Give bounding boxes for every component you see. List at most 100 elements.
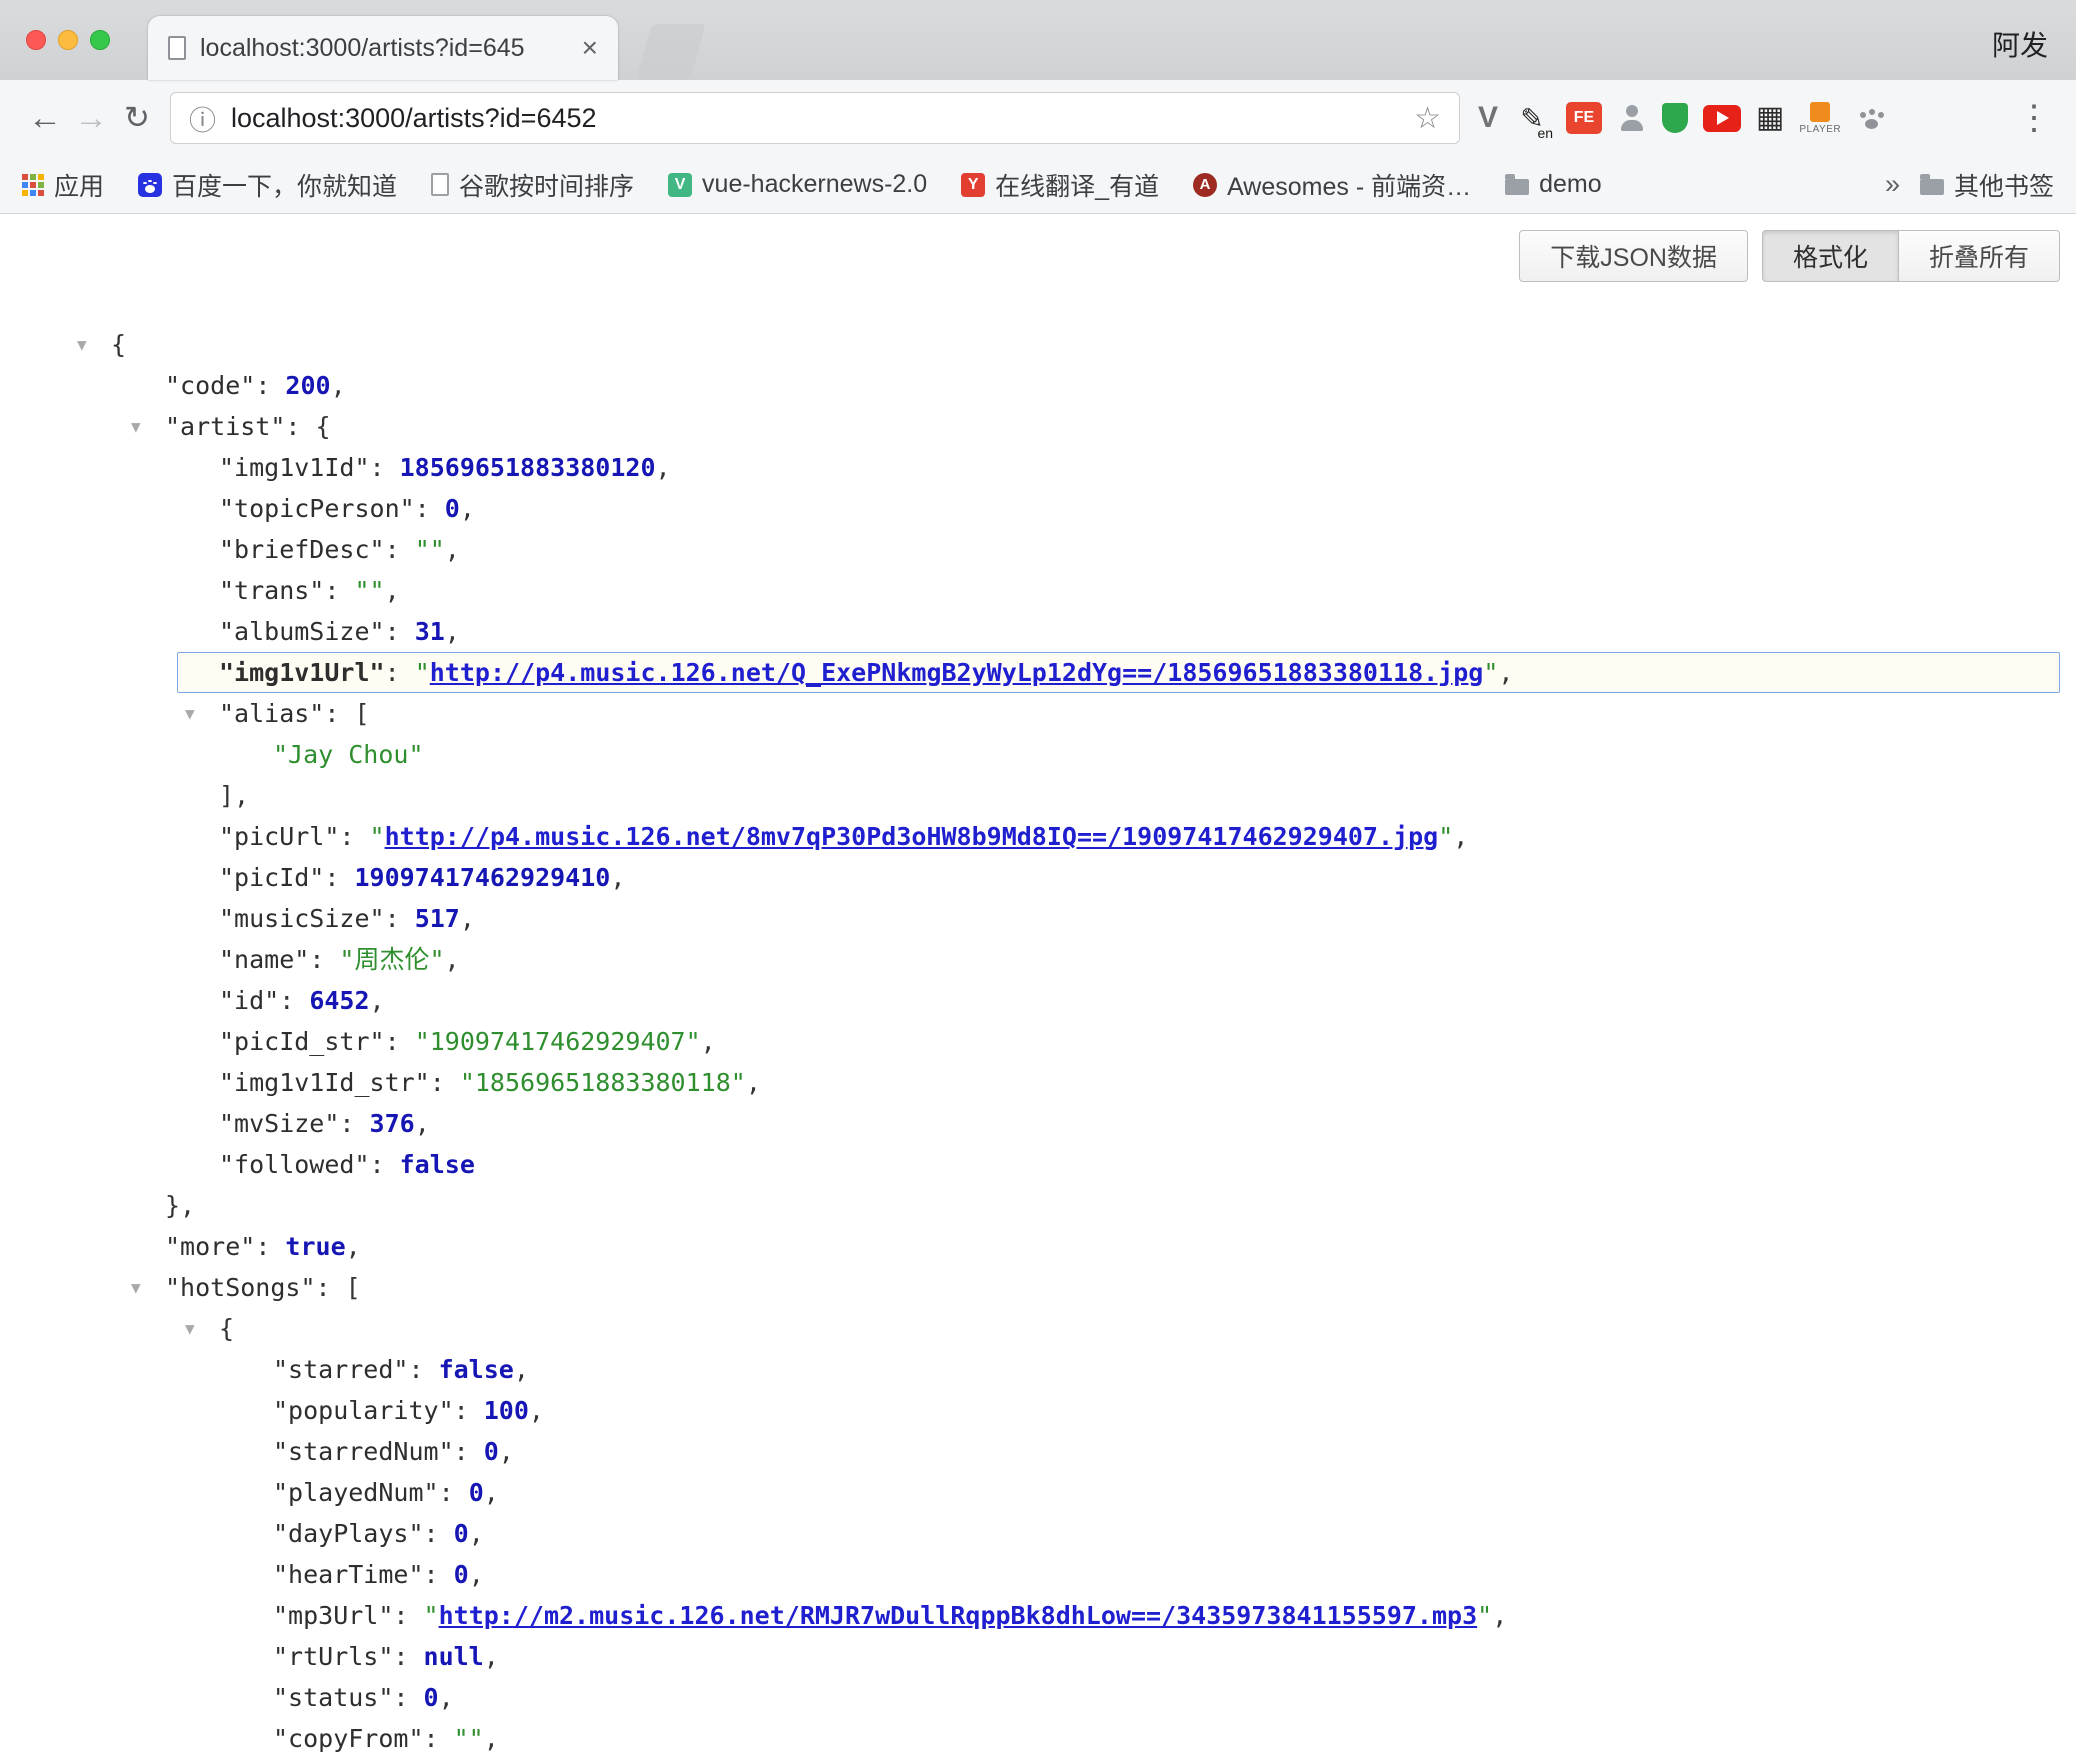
collapse-toggle-icon[interactable]: ▼ xyxy=(185,693,195,734)
json-key: "code" xyxy=(165,371,255,400)
json-key: "dayPlays" xyxy=(273,1519,424,1548)
json-key: "albumSize" xyxy=(219,617,385,646)
json-line: "starred": false, xyxy=(37,1349,2060,1390)
other-bookmarks-label: 其他书签 xyxy=(1954,167,2054,203)
address-bar[interactable]: ⓘ localhost:3000/artists?id=6452 ☆ xyxy=(170,92,1460,144)
bookmarks-bar: 应用 百度一下，你就知道谷歌按时间排序 Vvue-hackernews-2.0 Y在线… xyxy=(0,156,2076,214)
bookmark-star-icon[interactable]: ☆ xyxy=(1414,101,1441,136)
vimium-extension-icon[interactable]: V xyxy=(1478,101,1498,135)
json-key: "topicPerson" xyxy=(219,494,415,523)
collapse-toggle-icon[interactable]: ▼ xyxy=(77,324,87,365)
json-line: "copyFrom": "", xyxy=(37,1718,2060,1754)
traffic-lights xyxy=(26,30,110,50)
player-extension-icon[interactable]: PLAYER xyxy=(1799,102,1841,135)
json-value: 376 xyxy=(370,1109,415,1138)
bookmark-baidu[interactable]: 百度一下，你就知道 xyxy=(138,167,397,203)
json-key: "img1v1Id" xyxy=(219,453,370,482)
bookmark-apps[interactable]: 应用 xyxy=(22,167,104,203)
browser-menu-icon[interactable]: ⋮ xyxy=(2014,98,2054,138)
bookmarks-right: » 其他书签 xyxy=(1885,167,2054,203)
json-key: "playedNum" xyxy=(273,1478,439,1507)
new-tab-button[interactable] xyxy=(636,24,706,80)
collapse-toggle-icon[interactable]: ▼ xyxy=(131,1267,141,1308)
extensions-row: V ✎en FE ▦ PLAYER ⋮ xyxy=(1478,98,2054,138)
bookmark-label: 百度一下，你就知道 xyxy=(172,167,397,203)
bookmark-youdao[interactable]: Y在线翻译_有道 xyxy=(961,167,1159,203)
json-line: "hearTime": 0, xyxy=(37,1554,2060,1595)
json-line: "more": true, xyxy=(37,1226,2060,1267)
collapse-toggle-icon[interactable]: ▼ xyxy=(185,1308,195,1349)
json-line: "code": 200, xyxy=(37,365,2060,406)
qrcode-extension-icon[interactable]: ▦ xyxy=(1756,103,1784,133)
close-window-icon[interactable] xyxy=(26,30,46,50)
zoom-window-icon[interactable] xyxy=(90,30,110,50)
json-key: "id" xyxy=(219,986,279,1015)
json-key: "status" xyxy=(273,1683,393,1712)
profile-extension-icon[interactable] xyxy=(1617,103,1647,133)
json-url-link[interactable]: http://p4.music.126.net/8mv7qP30Pd3oHW8b… xyxy=(385,822,1439,851)
json-value: 0 xyxy=(424,1683,439,1712)
collapse-all-button[interactable]: 折叠所有 xyxy=(1899,230,2060,282)
json-string-value: "周杰伦" xyxy=(339,945,444,974)
json-key: "picUrl" xyxy=(219,822,339,851)
youtube-extension-icon[interactable] xyxy=(1703,105,1741,132)
json-key: "starredNum" xyxy=(273,1437,454,1466)
json-value: 0 xyxy=(445,494,460,523)
other-bookmarks-folder[interactable]: 其他书签 xyxy=(1920,167,2054,203)
json-line: "status": 0, xyxy=(37,1677,2060,1718)
bookmark-vue[interactable]: Vvue-hackernews-2.0 xyxy=(668,170,927,199)
tab-close-icon[interactable]: × xyxy=(582,34,598,62)
json-line: }, xyxy=(37,1185,2060,1226)
json-view: ▼{"code": 200,▼"artist": {"img1v1Id": 18… xyxy=(37,324,2060,1754)
json-key: "mvSize" xyxy=(219,1109,339,1138)
youdao-icon: Y xyxy=(961,173,985,197)
bookmarks-overflow-icon[interactable]: » xyxy=(1885,169,1900,200)
json-key: "picId" xyxy=(219,863,324,892)
bookmark-page[interactable]: 谷歌按时间排序 xyxy=(431,167,634,203)
json-line: "mvSize": 376, xyxy=(37,1103,2060,1144)
format-button[interactable]: 格式化 xyxy=(1762,230,1899,282)
json-line: "followed": false xyxy=(37,1144,2060,1185)
json-line: "Jay Chou" xyxy=(37,734,2060,775)
json-line: "img1v1Id_str": "18569651883380118", xyxy=(37,1062,2060,1103)
paw-extension-icon[interactable] xyxy=(1856,103,1886,133)
download-json-button[interactable]: 下载JSON数据 xyxy=(1519,230,1748,282)
url-text[interactable]: localhost:3000/artists?id=6452 xyxy=(231,103,597,134)
fe-extension-icon[interactable]: FE xyxy=(1566,102,1602,134)
json-line: "mp3Url": "http://m2.music.126.net/RMJR7… xyxy=(37,1595,2060,1636)
json-value: 19097417462929410 xyxy=(354,863,610,892)
json-line: "img1v1Id": 18569651883380120, xyxy=(37,447,2060,488)
folder-icon xyxy=(1505,179,1529,195)
json-line: "rtUrls": null, xyxy=(37,1636,2060,1677)
json-key: "more" xyxy=(165,1232,255,1261)
browser-tab[interactable]: localhost:3000/artists?id=645 × xyxy=(148,16,618,80)
bookmark-awesomes[interactable]: AAwesomes - 前端资… xyxy=(1193,167,1471,203)
apps-icon xyxy=(22,174,44,196)
json-key: "alias" xyxy=(219,699,324,728)
person-icon xyxy=(1617,103,1647,133)
tab-strip: localhost:3000/artists?id=645 × 阿发 xyxy=(0,0,2076,80)
json-value: 6452 xyxy=(309,986,369,1015)
bookmark-folder[interactable]: demo xyxy=(1505,170,1602,199)
back-icon[interactable]: ← xyxy=(22,99,68,138)
translate-extension-icon[interactable]: ✎en xyxy=(1513,102,1551,135)
paw-icon xyxy=(1856,103,1886,133)
json-value: 200 xyxy=(285,371,330,400)
json-string-value: "Jay Chou" xyxy=(273,740,424,769)
json-key: "followed" xyxy=(219,1150,370,1179)
shield-extension-icon[interactable] xyxy=(1662,103,1688,133)
folder-icon xyxy=(1920,179,1944,195)
bookmark-label: vue-hackernews-2.0 xyxy=(702,170,927,199)
page-info-icon[interactable]: ⓘ xyxy=(189,99,216,138)
collapse-toggle-icon[interactable]: ▼ xyxy=(131,406,141,447)
minimize-window-icon[interactable] xyxy=(58,30,78,50)
json-line: ▼{ xyxy=(37,324,2060,365)
json-line: "img1v1Url": "http://p4.music.126.net/Q_… xyxy=(37,652,2060,693)
json-value: 0 xyxy=(469,1478,484,1507)
player-icon xyxy=(1810,102,1830,122)
json-line: "trans": "", xyxy=(37,570,2060,611)
json-url-link[interactable]: http://m2.music.126.net/RMJR7wDullRqppBk… xyxy=(439,1601,1478,1630)
reload-icon[interactable]: ↻ xyxy=(114,100,160,136)
page-icon xyxy=(168,36,186,60)
json-url-link[interactable]: http://p4.music.126.net/Q_ExePNkmgB2yWyL… xyxy=(430,658,1484,687)
